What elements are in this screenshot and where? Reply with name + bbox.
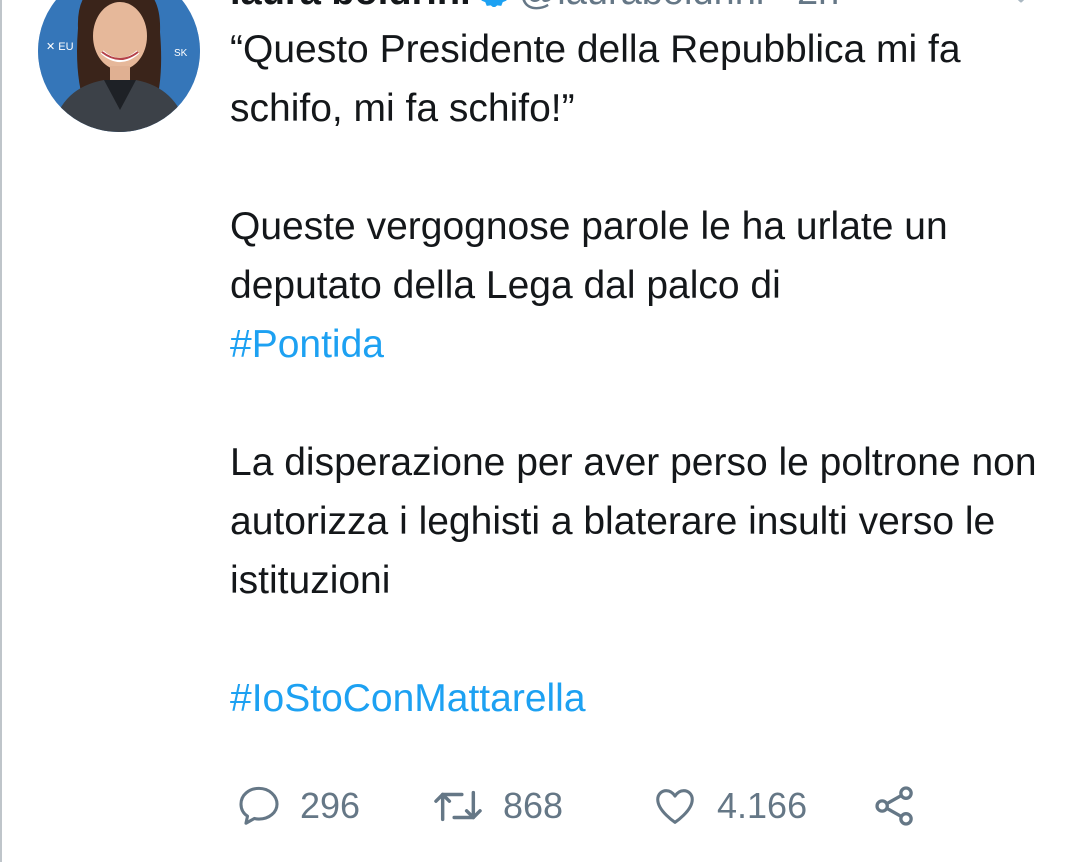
reply-icon <box>239 786 279 825</box>
heart-icon <box>656 789 694 824</box>
retweet-count: 868 <box>503 785 564 826</box>
timeline-border <box>0 0 2 862</box>
tweet-paragraph: La disperazione per aver perso le poltro… <box>230 441 1037 602</box>
tweet-paragraph: #IoStoConMattarella <box>230 669 1060 728</box>
retweet-icon <box>434 790 482 822</box>
chevron-down-icon[interactable] <box>1008 0 1034 6</box>
time-separator: · <box>774 0 787 14</box>
verified-badge-icon <box>481 0 507 7</box>
like-count: 4.166 <box>717 785 808 826</box>
tweet-paragraph: “Questo Presidente della Repubblica mi f… <box>230 28 961 130</box>
reply-button[interactable]: 296 <box>236 783 431 829</box>
svg-text:✕ EU: ✕ EU <box>46 41 74 53</box>
reply-count: 296 <box>300 785 361 826</box>
tweet-paragraph: Queste vergognose parole le ha urlate un… <box>230 197 1060 374</box>
retweet-button[interactable]: 868 <box>431 783 651 829</box>
avatar[interactable]: ✕ EU SK <box>38 0 200 132</box>
avatar-image: ✕ EU SK <box>38 0 200 132</box>
hashtag-link[interactable]: #Pontida <box>230 323 384 366</box>
tweet-actions: 296 868 4.166 <box>236 778 917 834</box>
like-button[interactable]: 4.166 <box>651 783 873 829</box>
tweet-text: “Questo Presidente della Repubblica mi f… <box>230 20 1060 728</box>
svg-text:SK: SK <box>174 48 188 59</box>
author-name[interactable]: laura boldrini <box>230 0 471 14</box>
share-icon <box>875 786 913 826</box>
tweet-paragraph-text: Queste vergognose parole le ha urlate un… <box>230 205 948 307</box>
tweet-header: laura boldrini @lauraboldrini · 2h <box>230 0 839 14</box>
author-handle[interactable]: @lauraboldrini <box>519 0 765 14</box>
tweet-timestamp[interactable]: 2h <box>797 0 839 14</box>
share-button[interactable] <box>873 783 917 829</box>
hashtag-link[interactable]: #IoStoConMattarella <box>230 677 586 720</box>
